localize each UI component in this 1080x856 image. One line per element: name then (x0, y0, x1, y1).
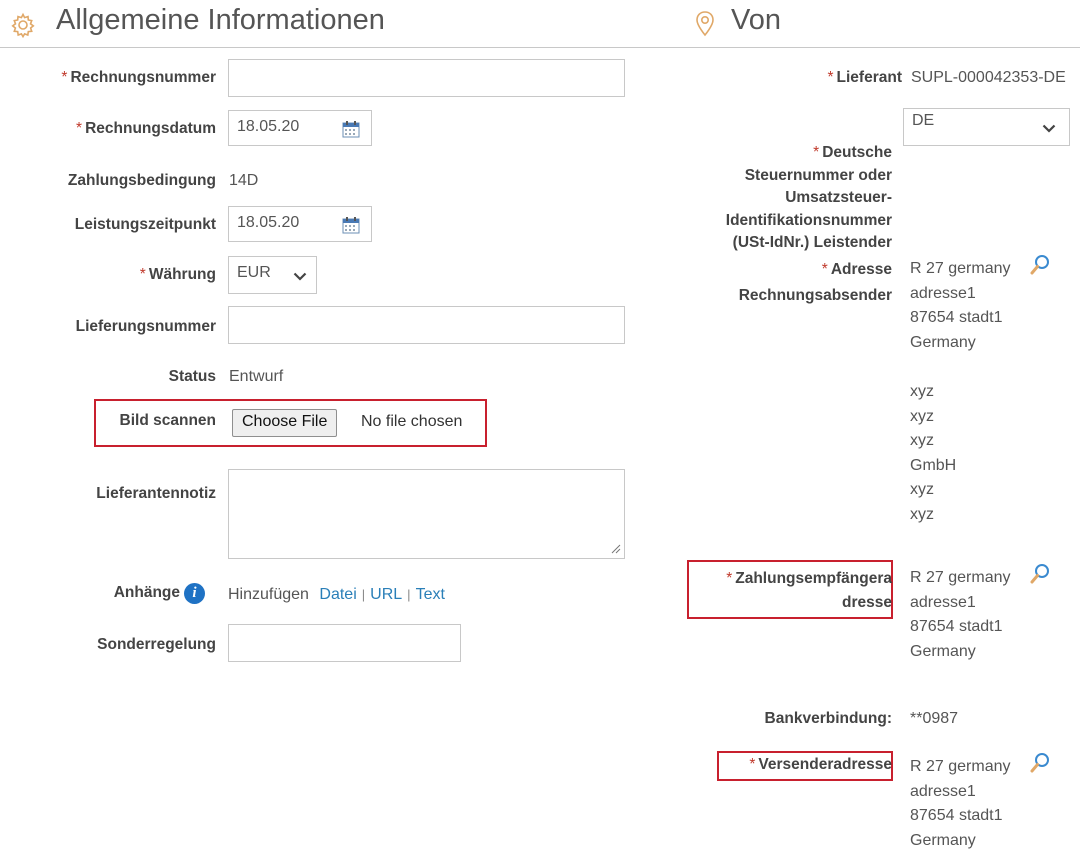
chevron-down-icon (293, 272, 307, 281)
special-rule-input[interactable] (228, 624, 461, 662)
payment-terms-label: Zahlungsbedingung (67, 172, 216, 189)
attach-file-link[interactable]: Datei (319, 586, 356, 603)
supplier-label: * Lieferant (827, 69, 902, 86)
supplier-value: SUPL-000042353-DE (911, 69, 1066, 86)
required-marker: * (749, 756, 756, 773)
invoice-date-field[interactable]: 18.05.20 (228, 110, 372, 146)
add-attachment-text: Hinzufügen (228, 586, 309, 603)
search-icon[interactable] (1030, 254, 1050, 276)
settings-gear-icon (10, 12, 36, 39)
invoice-number-label: * Rechnungsnummer (61, 69, 216, 86)
tax-number-label: * Deutsche Steuernummer oder Umsatzsteuer… (725, 144, 892, 251)
shipper-address-block: R 27 germany adresse1 87654 stadt1 Germa… (910, 758, 1011, 849)
search-icon[interactable] (1030, 563, 1050, 585)
delivery-number-input[interactable] (228, 306, 625, 344)
sender-address-extra: xyz xyz xyz GmbH xyz xyz (910, 383, 957, 523)
status-label: Status (168, 368, 216, 385)
attach-url-link[interactable]: URL (370, 586, 402, 603)
bank-label: Bankverbindung: (764, 710, 892, 727)
supplier-note-label: Lieferantennotiz (96, 485, 216, 502)
service-date-value: 18.05.20 (237, 214, 300, 231)
payment-terms-value: 14D (229, 172, 259, 189)
invoice-number-input[interactable] (228, 59, 625, 97)
link-separator: | (361, 587, 366, 602)
link-separator: | (407, 587, 411, 602)
tax-number-select[interactable]: DE (903, 108, 1070, 146)
info-icon[interactable]: i (184, 583, 205, 604)
delivery-number-label: Lieferungsnummer (75, 318, 216, 335)
header-divider (0, 47, 1080, 48)
required-marker: * (139, 266, 146, 283)
sender-address-block: R 27 germany adresse1 87654 stadt1 Germa… (910, 260, 1011, 351)
required-marker: * (76, 120, 83, 137)
tax-number-value: DE (912, 112, 935, 129)
section-title-general: Allgemeine Informationen (56, 4, 385, 36)
required-marker: * (726, 570, 733, 587)
attachments-label: Anhänge (113, 584, 180, 601)
search-icon[interactable] (1030, 752, 1050, 774)
required-marker: * (813, 144, 820, 161)
service-date-label: Leistungszeitpunkt (74, 216, 216, 233)
required-marker: * (827, 69, 834, 86)
sender-address-label: * Adresse Rechnungsabsender (738, 261, 892, 304)
resize-handle-icon[interactable] (611, 544, 621, 554)
payee-address-label: * Zahlungsempfängera dresse (726, 570, 892, 611)
payee-address-block: R 27 germany adresse1 87654 stadt1 Germa… (910, 569, 1011, 660)
supplier-note-textarea[interactable] (228, 469, 625, 559)
currency-label: * Währung (139, 266, 216, 283)
status-value: Entwurf (229, 368, 284, 385)
shipper-address-label: * Versenderadresse (749, 756, 892, 773)
section-title-from: Von (731, 4, 781, 36)
currency-value: EUR (237, 264, 271, 281)
service-date-field[interactable]: 18.05.20 (228, 206, 372, 242)
required-marker: * (821, 261, 828, 278)
calendar-icon[interactable] (342, 216, 360, 234)
invoice-date-label: * Rechnungsdatum (76, 120, 216, 137)
bank-value: **0987 (910, 710, 959, 727)
required-marker: * (61, 69, 68, 86)
currency-select[interactable]: EUR (228, 256, 317, 294)
chevron-down-icon (1042, 124, 1056, 133)
invoice-date-value: 18.05.20 (237, 118, 300, 135)
attachments-actions: Hinzufügen Datei | URL | Text (228, 586, 445, 604)
choose-file-button[interactable]: Choose File (232, 409, 338, 437)
no-file-chosen-text: No file chosen (361, 413, 463, 430)
scan-image-label: Bild scannen (119, 412, 216, 429)
attach-text-link[interactable]: Text (416, 586, 445, 603)
special-rule-label: Sonderregelung (97, 636, 216, 653)
location-pin-icon (694, 10, 716, 38)
calendar-icon[interactable] (342, 120, 360, 138)
